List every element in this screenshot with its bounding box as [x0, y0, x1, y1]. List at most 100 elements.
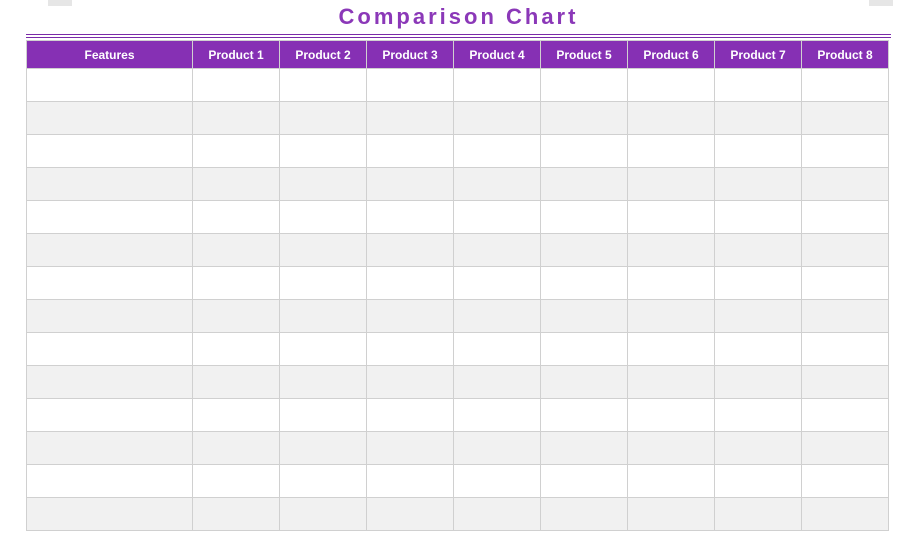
cell[interactable]: [454, 135, 541, 168]
cell[interactable]: [715, 300, 802, 333]
cell[interactable]: [367, 267, 454, 300]
cell[interactable]: [280, 432, 367, 465]
cell[interactable]: [628, 498, 715, 531]
cell[interactable]: [541, 168, 628, 201]
cell[interactable]: [27, 465, 193, 498]
cell[interactable]: [280, 69, 367, 102]
cell[interactable]: [454, 234, 541, 267]
cell[interactable]: [27, 300, 193, 333]
cell[interactable]: [802, 69, 889, 102]
cell[interactable]: [454, 498, 541, 531]
cell[interactable]: [802, 465, 889, 498]
cell[interactable]: [454, 399, 541, 432]
cell[interactable]: [454, 366, 541, 399]
cell[interactable]: [541, 366, 628, 399]
cell[interactable]: [454, 201, 541, 234]
cell[interactable]: [193, 168, 280, 201]
cell[interactable]: [541, 69, 628, 102]
cell[interactable]: [802, 201, 889, 234]
cell[interactable]: [628, 465, 715, 498]
cell[interactable]: [802, 300, 889, 333]
cell[interactable]: [27, 366, 193, 399]
cell[interactable]: [541, 333, 628, 366]
cell[interactable]: [367, 498, 454, 531]
cell[interactable]: [367, 135, 454, 168]
cell[interactable]: [193, 234, 280, 267]
cell[interactable]: [193, 300, 280, 333]
cell[interactable]: [193, 399, 280, 432]
cell[interactable]: [280, 168, 367, 201]
cell[interactable]: [280, 399, 367, 432]
cell[interactable]: [541, 135, 628, 168]
cell[interactable]: [280, 366, 367, 399]
cell[interactable]: [193, 135, 280, 168]
cell[interactable]: [628, 267, 715, 300]
cell[interactable]: [802, 399, 889, 432]
cell[interactable]: [27, 168, 193, 201]
cell[interactable]: [541, 465, 628, 498]
cell[interactable]: [367, 69, 454, 102]
cell[interactable]: [193, 498, 280, 531]
cell[interactable]: [541, 498, 628, 531]
cell[interactable]: [367, 102, 454, 135]
cell[interactable]: [27, 69, 193, 102]
cell[interactable]: [628, 69, 715, 102]
cell[interactable]: [27, 399, 193, 432]
cell[interactable]: [715, 102, 802, 135]
cell[interactable]: [628, 234, 715, 267]
cell[interactable]: [454, 168, 541, 201]
cell[interactable]: [715, 168, 802, 201]
cell[interactable]: [802, 267, 889, 300]
cell[interactable]: [193, 432, 280, 465]
cell[interactable]: [367, 234, 454, 267]
cell[interactable]: [715, 498, 802, 531]
cell[interactable]: [280, 135, 367, 168]
cell[interactable]: [628, 432, 715, 465]
cell[interactable]: [193, 201, 280, 234]
cell[interactable]: [280, 267, 367, 300]
cell[interactable]: [193, 102, 280, 135]
cell[interactable]: [541, 432, 628, 465]
cell[interactable]: [628, 168, 715, 201]
cell[interactable]: [367, 399, 454, 432]
cell[interactable]: [802, 168, 889, 201]
cell[interactable]: [367, 168, 454, 201]
cell[interactable]: [280, 498, 367, 531]
cell[interactable]: [27, 432, 193, 465]
cell[interactable]: [628, 366, 715, 399]
cell[interactable]: [802, 234, 889, 267]
cell[interactable]: [715, 69, 802, 102]
cell[interactable]: [715, 399, 802, 432]
cell[interactable]: [715, 201, 802, 234]
cell[interactable]: [27, 267, 193, 300]
cell[interactable]: [715, 135, 802, 168]
cell[interactable]: [280, 333, 367, 366]
cell[interactable]: [27, 201, 193, 234]
cell[interactable]: [802, 498, 889, 531]
cell[interactable]: [367, 300, 454, 333]
cell[interactable]: [715, 267, 802, 300]
cell[interactable]: [454, 465, 541, 498]
cell[interactable]: [454, 69, 541, 102]
cell[interactable]: [628, 201, 715, 234]
cell[interactable]: [628, 135, 715, 168]
cell[interactable]: [280, 102, 367, 135]
cell[interactable]: [802, 135, 889, 168]
cell[interactable]: [628, 399, 715, 432]
cell[interactable]: [628, 102, 715, 135]
cell[interactable]: [280, 234, 367, 267]
cell[interactable]: [541, 399, 628, 432]
cell[interactable]: [27, 102, 193, 135]
cell[interactable]: [541, 300, 628, 333]
cell[interactable]: [193, 333, 280, 366]
cell[interactable]: [454, 432, 541, 465]
cell[interactable]: [454, 300, 541, 333]
cell[interactable]: [802, 366, 889, 399]
cell[interactable]: [27, 234, 193, 267]
cell[interactable]: [280, 465, 367, 498]
cell[interactable]: [715, 333, 802, 366]
cell[interactable]: [628, 333, 715, 366]
cell[interactable]: [280, 201, 367, 234]
cell[interactable]: [280, 300, 367, 333]
cell[interactable]: [715, 234, 802, 267]
